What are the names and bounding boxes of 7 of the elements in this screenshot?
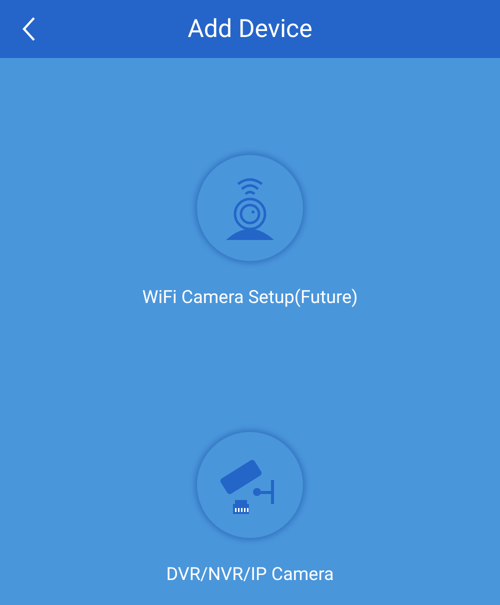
option-label: DVR/NVR/IP Camera bbox=[166, 564, 334, 585]
device-type-button[interactable] bbox=[197, 155, 303, 261]
back-icon[interactable] bbox=[22, 17, 36, 41]
device-type-button[interactable] bbox=[196, 432, 303, 538]
page-title: Add Device bbox=[188, 14, 312, 44]
option-label: WiFi Camera Setup(Future) bbox=[142, 287, 358, 308]
webcam-icon bbox=[224, 176, 276, 240]
